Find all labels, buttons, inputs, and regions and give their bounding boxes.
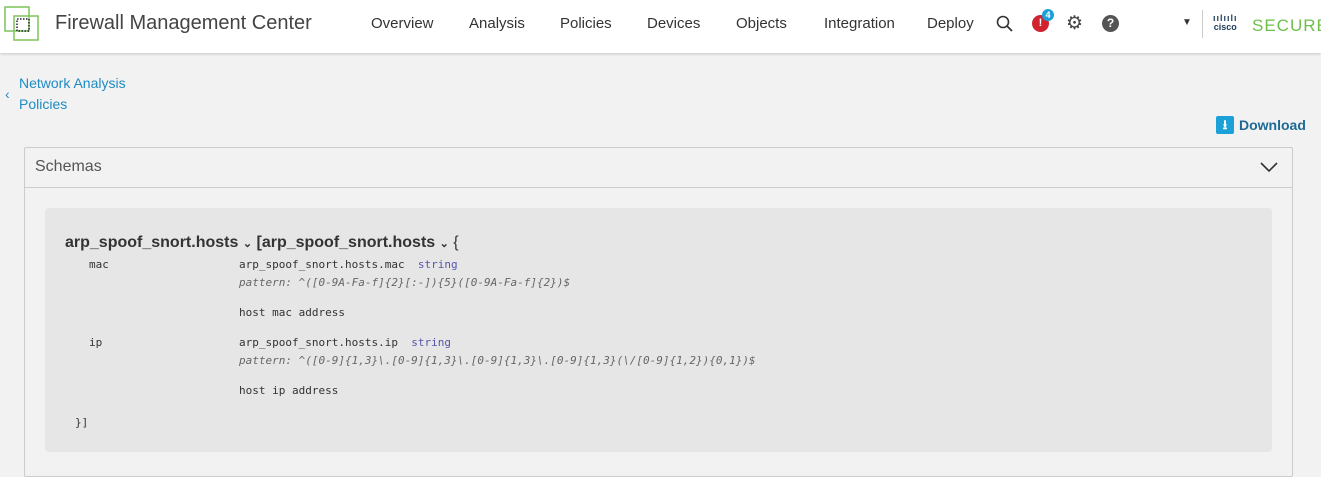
expand-chevron-icon[interactable]: ⌄ <box>243 238 252 250</box>
nav-analysis[interactable]: Analysis <box>469 15 525 32</box>
schemas-panel: Schemas arp_spoof_snort.hosts ⌄ [arp_spo… <box>24 147 1293 477</box>
close-brace: }] <box>75 416 89 429</box>
fmc-logo-icon <box>4 6 39 41</box>
expand-chevron-icon[interactable]: ⌄ <box>440 238 449 250</box>
nav-integration[interactable]: Integration <box>824 15 895 32</box>
field-path: arp_spoof_snort.hosts.mac string <box>239 258 458 271</box>
breadcrumb-link[interactable]: Network Analysis <box>19 75 126 91</box>
help-icon[interactable]: ? <box>1102 15 1119 32</box>
schema-box: arp_spoof_snort.hosts ⌄ [arp_spoof_snort… <box>45 208 1272 452</box>
nav-policies[interactable]: Policies <box>560 15 612 32</box>
gear-icon[interactable]: ⚙ <box>1066 12 1083 35</box>
search-icon[interactable] <box>996 15 1014 33</box>
schemas-title: Schemas <box>35 158 102 175</box>
divider <box>1202 10 1203 38</box>
nav-devices[interactable]: Devices <box>647 15 700 32</box>
user-menu-caret-icon[interactable]: ▼ <box>1182 17 1192 28</box>
field-pattern: pattern: ^([0-9A-Fa-f]{2}[:-]){5}([0-9A-… <box>239 276 571 289</box>
nav-objects[interactable]: Objects <box>736 15 787 32</box>
nav-overview[interactable]: Overview <box>371 15 434 32</box>
field-path: arp_spoof_snort.hosts.ip string <box>239 336 451 349</box>
field-description: host ip address <box>239 384 339 397</box>
chevron-down-icon[interactable] <box>1260 162 1278 173</box>
schema-inner-name: [arp_spoof_snort.hosts <box>256 234 436 251</box>
field-key: ip <box>89 336 103 349</box>
nav-deploy[interactable]: Deploy <box>927 15 974 32</box>
field-key: mac <box>89 258 109 271</box>
download-button[interactable]: ⭳ Download <box>1216 116 1306 134</box>
download-icon: ⭳ <box>1216 116 1234 134</box>
top-header: Firewall Management Center Overview Anal… <box>0 0 1321 53</box>
cisco-logo: ıılıılı cisco <box>1213 13 1238 32</box>
field-description: host mac address <box>239 306 345 319</box>
schema-title: arp_spoof_snort.hosts ⌄ [arp_spoof_snort… <box>65 234 459 252</box>
back-chevron-icon[interactable]: ‹ <box>5 86 10 102</box>
app-title: Firewall Management Center <box>55 12 312 34</box>
download-label: Download <box>1239 117 1306 133</box>
schema-name: arp_spoof_snort.hosts <box>65 234 239 251</box>
alert-count-badge: 4 <box>1042 9 1054 21</box>
brand-secure: SECURE <box>1252 16 1321 35</box>
breadcrumb-link-2[interactable]: Policies <box>19 96 67 112</box>
open-brace: { <box>453 234 459 251</box>
schemas-header[interactable]: Schemas <box>25 148 1292 188</box>
field-pattern: pattern: ^([0-9]{1,3}\.[0-9]{1,3}\.[0-9]… <box>239 354 756 367</box>
